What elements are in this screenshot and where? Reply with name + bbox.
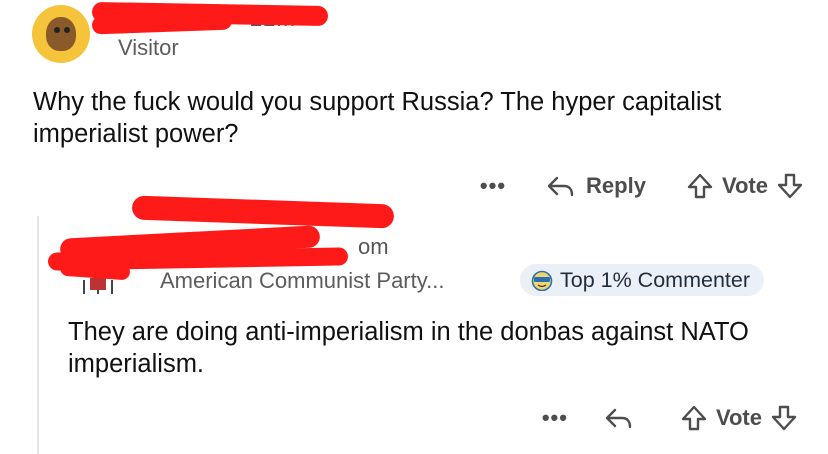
arrow-up-icon[interactable] — [686, 172, 714, 200]
vote-control: Vote — [680, 404, 798, 432]
reply-button[interactable] — [604, 406, 644, 430]
comment-body: Why the fuck would you support Russia? T… — [33, 88, 722, 148]
arrow-down-icon[interactable] — [776, 172, 804, 200]
redaction-mark — [91, 11, 233, 35]
arrow-down-icon[interactable] — [770, 404, 798, 432]
reply-arrow-icon — [605, 408, 632, 429]
user-flair: Visitor — [118, 35, 179, 60]
vote-label: Vote — [715, 405, 762, 430]
reply-label: Reply — [586, 173, 646, 198]
thread-line[interactable] — [37, 216, 39, 454]
comment-body: They are doing anti-imperialism in the d… — [68, 318, 749, 378]
more-options-button[interactable]: ••• — [542, 405, 568, 431]
vote-label: Vote — [721, 173, 768, 198]
comment-parent: 22m Visitor Why the fuck would you suppo… — [0, 0, 828, 220]
badge-label: Top 1% Commenter — [560, 267, 750, 292]
more-options-button[interactable]: ••• — [480, 173, 506, 199]
vote-control: Vote — [686, 172, 804, 200]
avatar-eye-right — [64, 27, 70, 33]
avatar-eye-left — [54, 27, 60, 33]
avatar[interactable] — [32, 5, 90, 63]
avatar-face — [46, 17, 76, 51]
comment-actions: ••• Reply Vote — [480, 168, 804, 204]
arrow-up-icon[interactable] — [680, 404, 708, 432]
username[interactable]: om — [358, 234, 389, 260]
reply-arrow-icon — [547, 176, 574, 197]
comment-actions: ••• Vote — [542, 400, 798, 436]
user-flair: American Communist Party... — [160, 268, 445, 293]
sunglasses-icon — [531, 270, 553, 291]
top-commenter-badge: Top 1% Commenter — [520, 264, 764, 296]
reply-button[interactable]: Reply — [546, 173, 646, 199]
